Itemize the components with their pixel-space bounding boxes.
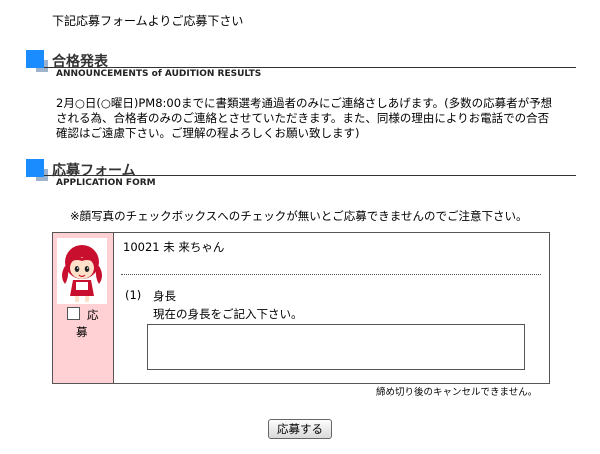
application-form: 応 募 10021 未 来ちゃん (1) 身長 現在の身長をご記入下さい。 [52,232,550,384]
section-title-application: 応募フォーム [52,163,136,179]
section-marker [26,50,44,68]
announcement-text: 2月○日(○曜日)PM8:00までに書類選考通過者のみにご連絡さしあげます。(多… [56,96,553,140]
deadline-note: 締め切り後のキャンセルできません。 [376,387,538,398]
avatar [57,238,107,304]
divider [121,274,541,275]
submit-button[interactable]: 応募する [268,419,332,439]
question-title: 身長 [153,289,176,303]
height-textarea[interactable] [147,324,525,370]
question-description: 現在の身長をご記入下さい。 [153,307,303,321]
section-underline [44,67,576,68]
entry-name: 10021 未 来ちゃん [123,240,225,254]
checkbox-notice: ※顔写真のチェックボックスへのチェックが無いとご応募できませんのでご注意下さい。 [70,209,528,223]
apply-checkbox-label: 募 [76,325,88,339]
section-subtitle-announcement: ANNOUNCEMENTS of AUDITION RESULTS [56,69,262,79]
intro-text: 下記応募フォームよりご応募下さい [52,14,244,28]
apply-checkbox-label: 応 [87,308,99,322]
section-underline [44,175,576,176]
section-marker [26,159,44,177]
question-number: (1) [125,288,142,302]
section-subtitle-application: APPLICATION FORM [56,178,156,188]
section-title-announcement: 合格発表 [52,54,108,70]
apply-checkbox[interactable] [67,307,80,320]
photo-column: 応 募 [53,233,114,383]
